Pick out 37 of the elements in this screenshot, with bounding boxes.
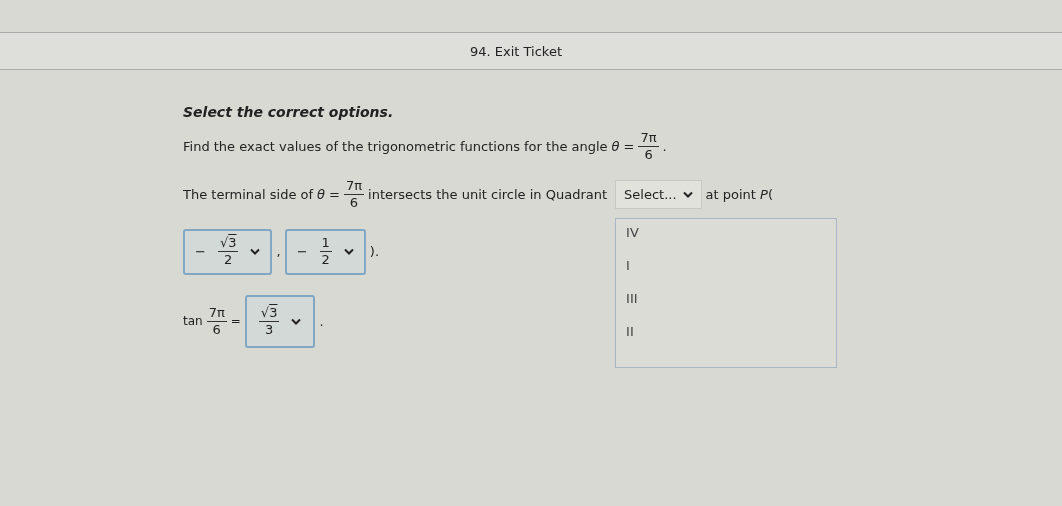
numerator: 7π xyxy=(638,130,659,148)
square-root: √3 xyxy=(258,304,280,322)
instruction-text: Select the correct options. xyxy=(183,104,395,120)
square-root: √3 xyxy=(217,235,239,253)
dropdown-option[interactable]: II xyxy=(626,323,827,339)
quadrant-dropdown[interactable]: Select... xyxy=(615,179,702,209)
chevron-down-icon xyxy=(291,317,302,325)
period: . xyxy=(319,313,324,329)
dropdown-option[interactable]: I xyxy=(626,257,827,273)
comma: , xyxy=(276,244,281,260)
answer-dropdown[interactable]: − √3 2 xyxy=(183,229,273,275)
closing-text: ). xyxy=(369,244,380,260)
theta-symbol: θ xyxy=(611,139,620,155)
denominator: 6 xyxy=(349,194,359,211)
denominator: 6 xyxy=(212,321,221,338)
numerator: 1 xyxy=(319,235,332,253)
answer-dropdown[interactable]: − 1 2 xyxy=(284,229,366,275)
tan-label: tan xyxy=(183,314,203,329)
dropdown-option[interactable]: III xyxy=(626,290,827,306)
sentence-text: intersects the unit circle in Quadrant xyxy=(368,186,608,202)
theta-symbol: θ xyxy=(317,186,325,202)
numerator: 7π xyxy=(206,304,227,322)
page-title: 94. Exit Ticket xyxy=(470,43,562,59)
period: . xyxy=(662,139,667,155)
denominator: 6 xyxy=(644,147,653,164)
numerator: 7π xyxy=(343,177,365,195)
question-text: Find the exact values of the trigonometric functions for the angle xyxy=(183,139,608,155)
chevron-down-icon xyxy=(250,248,261,256)
equals-sign: = xyxy=(329,186,340,202)
sentence-text: The terminal side of xyxy=(183,186,314,202)
equals-sign: = xyxy=(623,139,635,155)
equals-sign: = xyxy=(230,314,241,329)
dropdown-option[interactable]: IV xyxy=(626,224,827,240)
chevron-down-icon xyxy=(682,190,693,198)
answer-dropdown[interactable]: √3 3 xyxy=(244,294,316,348)
sentence-text: at point P( xyxy=(705,186,773,202)
chevron-down-icon xyxy=(343,248,354,256)
